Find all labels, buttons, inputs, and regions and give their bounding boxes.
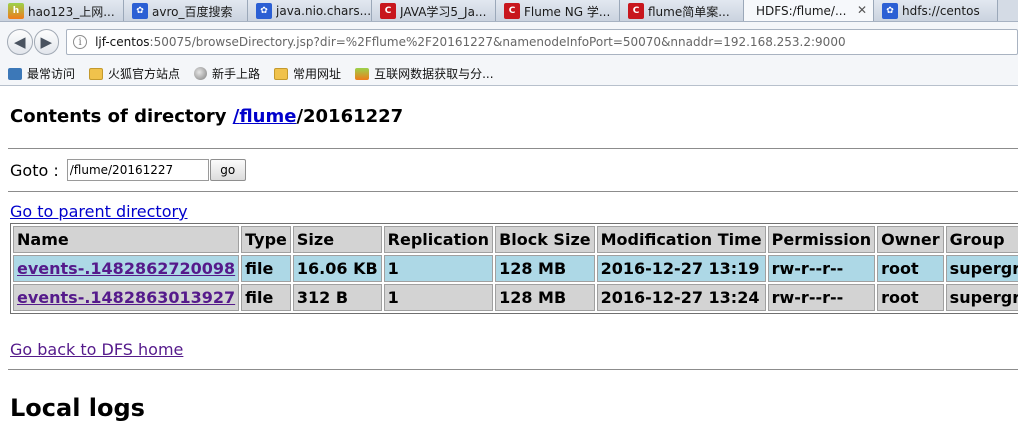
tab-hdfs-active[interactable]: HDFS:/flume/... ✕: [744, 0, 874, 21]
cell-owner: root: [877, 255, 944, 282]
header-modification-time: Modification Time: [596, 226, 766, 253]
cell-type: file: [241, 284, 291, 311]
info-icon[interactable]: i: [73, 35, 88, 49]
go-button[interactable]: go: [209, 159, 246, 181]
baidu-paw-icon: ✿: [256, 3, 272, 19]
bookmark-label: 新手上路: [212, 67, 261, 81]
table-row: events-.1482863013927 file 312 B 1 128 M…: [13, 284, 1018, 311]
arrow-left-icon: ◀: [14, 33, 26, 51]
bookmark-most-visited[interactable]: 最常访问: [8, 65, 75, 82]
forward-button[interactable]: ▶: [33, 29, 60, 55]
title-prefix: Contents of directory: [10, 106, 233, 127]
hao123-icon: h: [8, 3, 24, 19]
cell-replication: 1: [383, 284, 494, 311]
folder-icon: [274, 67, 289, 80]
cell-name: events-.1482862720098: [13, 255, 240, 282]
hao123-icon: [355, 67, 370, 80]
parent-directory-link[interactable]: Go to parent directory: [10, 202, 188, 221]
address-bar[interactable]: i ljf-centos:50075/browseDirectory.jsp?d…: [66, 29, 1018, 55]
baidu-paw-icon: ✿: [132, 3, 148, 19]
header-owner: Owner: [877, 226, 944, 253]
header-name: Name: [13, 226, 240, 253]
page-title: Contents of directory /flume/20161227: [10, 106, 403, 127]
url-host: ljf-centos: [95, 35, 150, 49]
cell-group: supergroup: [945, 255, 1018, 282]
tab-java-study[interactable]: C JAVA学习5_Ja...: [372, 0, 496, 21]
divider: [8, 191, 1018, 192]
tab-avro-search[interactable]: ✿ avro_百度搜索: [124, 0, 248, 21]
bookmark-label: 常用网址: [293, 67, 342, 81]
tab-label: HDFS:/flume/...: [756, 4, 847, 18]
page-content: Contents of directory /flume/20161227 Go…: [0, 87, 1018, 438]
header-type: Type: [241, 226, 291, 253]
dfs-home-link[interactable]: Go back to DFS home: [10, 340, 183, 359]
tab-label: hao123_上网...: [28, 4, 115, 19]
folder-icon: [89, 67, 104, 80]
cell-owner: root: [877, 284, 944, 311]
cell-block-size: 128 MB: [495, 284, 595, 311]
header-group: Group: [945, 226, 1018, 253]
globe-icon: [194, 67, 208, 80]
cell-type: file: [241, 255, 291, 282]
cell-replication: 1: [383, 255, 494, 282]
tab-label: JAVA学习5_Ja...: [400, 4, 487, 19]
divider: [8, 148, 1018, 149]
tab-flume-simple[interactable]: C flume简单案...: [620, 0, 744, 21]
goto-path-input[interactable]: [66, 159, 209, 181]
arrow-right-icon: ▶: [40, 33, 53, 51]
tab-label: Flume NG 学...: [524, 4, 611, 19]
cell-modification-time: 2016-12-27 13:24: [596, 284, 766, 311]
local-logs-heading: Local logs: [10, 394, 145, 422]
cell-name: events-.1482863013927: [13, 284, 240, 311]
flume-dir-link[interactable]: flume: [239, 106, 296, 127]
cell-permission: rw-r--r--: [767, 255, 876, 282]
bookmark-firefox-site[interactable]: 火狐官方站点: [89, 65, 180, 82]
tab-label: java.nio.chars...: [276, 4, 371, 18]
file-link[interactable]: events-.1482862720098: [17, 259, 235, 278]
tab-label: flume简单案...: [648, 4, 730, 19]
cell-size: 16.06 KB: [292, 255, 382, 282]
tab-flume-ng[interactable]: C Flume NG 学...: [496, 0, 620, 21]
cell-permission: rw-r--r--: [767, 284, 876, 311]
cell-block-size: 128 MB: [495, 255, 595, 282]
tab-bar: h hao123_上网... ✿ avro_百度搜索 ✿ java.nio.ch…: [0, 0, 1018, 22]
back-button[interactable]: ◀: [7, 29, 33, 55]
header-replication: Replication: [383, 226, 494, 253]
cell-modification-time: 2016-12-27 13:19: [596, 255, 766, 282]
tab-label: hdfs://centos: [902, 4, 980, 18]
table-header-row: Name Type Size Replication Block Size Mo…: [13, 226, 1018, 253]
url-path: :50075/browseDirectory.jsp?dir=%2Fflume%…: [149, 35, 846, 49]
header-block-size: Block Size: [495, 226, 595, 253]
cell-size: 312 B: [292, 284, 382, 311]
bookmark-getting-started[interactable]: 新手上路: [194, 65, 260, 82]
bookmark-data-analysis[interactable]: 互联网数据获取与分...: [355, 65, 494, 82]
tab-hao123[interactable]: h hao123_上网...: [0, 0, 124, 21]
goto-form: Goto : go: [10, 159, 246, 181]
csdn-c-icon: C: [380, 3, 396, 19]
header-permission: Permission: [767, 226, 876, 253]
title-suffix: /20161227: [296, 106, 404, 127]
table-row: events-.1482862720098 file 16.06 KB 1 12…: [13, 255, 1018, 282]
csdn-c-icon: C: [628, 3, 644, 19]
directory-table: Name Type Size Replication Block Size Mo…: [10, 223, 1018, 314]
bookmark-label: 互联网数据获取与分...: [374, 67, 494, 81]
header-size: Size: [292, 226, 382, 253]
divider: [8, 369, 1018, 370]
csdn-c-icon: C: [504, 3, 520, 19]
goto-label: Goto :: [10, 160, 59, 180]
gear-icon: [8, 67, 22, 80]
bookmark-common-sites[interactable]: 常用网址: [274, 65, 341, 82]
navigation-bar: ◀ ▶ i ljf-centos:50075/browseDirectory.j…: [0, 22, 1018, 62]
bookmark-label: 最常访问: [27, 67, 76, 81]
tab-label: avro_百度搜索: [152, 4, 233, 19]
close-tab-icon[interactable]: ✕: [857, 3, 867, 17]
bookmarks-bar: 最常访问 火狐官方站点 新手上路 常用网址 互联网数据获取与分...: [0, 62, 1018, 86]
tab-java-nio[interactable]: ✿ java.nio.chars...: [248, 0, 372, 21]
file-link[interactable]: events-.1482863013927: [17, 288, 235, 307]
tab-hdfs-centos[interactable]: ✿ hdfs://centos: [874, 0, 998, 21]
cell-group: supergroup: [945, 284, 1018, 311]
baidu-paw-icon: ✿: [882, 3, 898, 19]
bookmark-label: 火狐官方站点: [108, 67, 181, 81]
